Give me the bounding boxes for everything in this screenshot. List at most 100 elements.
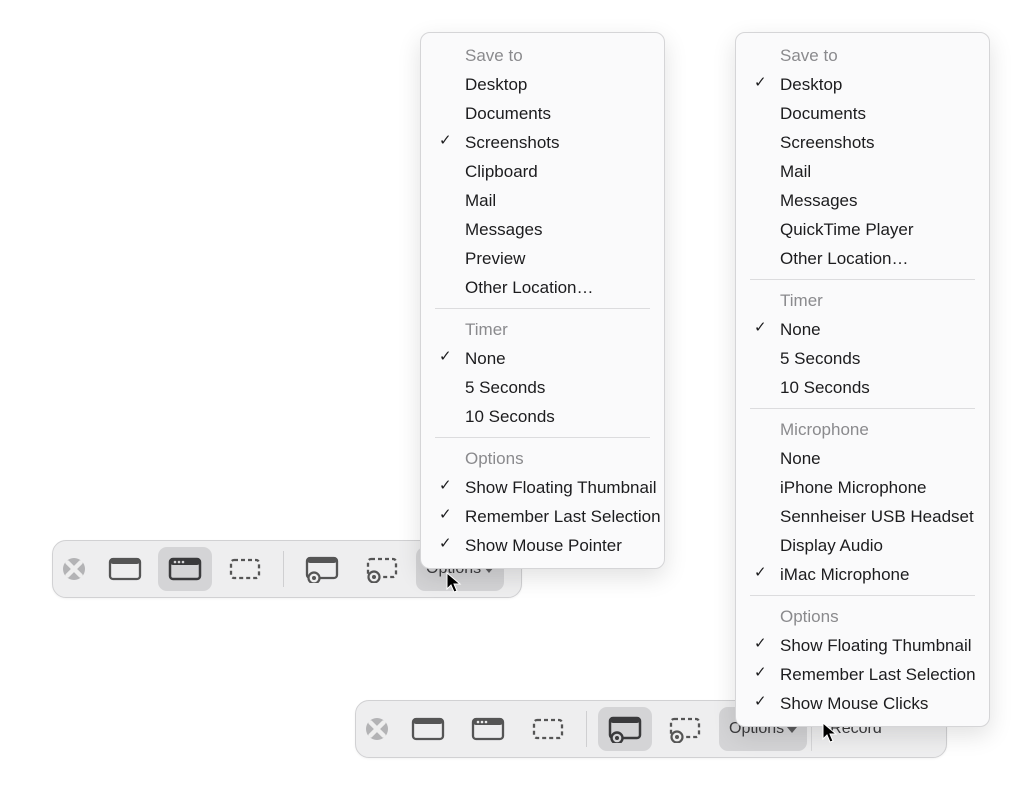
menu-item[interactable]: Messages bbox=[421, 215, 664, 244]
menu-item-label: Preview bbox=[465, 249, 525, 268]
menu-section-title: Timer bbox=[421, 315, 664, 344]
close-button[interactable] bbox=[63, 558, 85, 580]
menu-item[interactable]: Desktop bbox=[421, 70, 664, 99]
menu-item-label: Show Floating Thumbnail bbox=[465, 478, 657, 497]
menu-item-label: 5 Seconds bbox=[780, 349, 860, 368]
chevron-down-icon bbox=[787, 727, 797, 733]
screen-icon bbox=[107, 555, 143, 583]
menu-item[interactable]: iPhone Microphone bbox=[736, 473, 989, 502]
menu-item[interactable]: ✓ Show Floating Thumbnail bbox=[421, 473, 664, 502]
menu-item[interactable]: Documents bbox=[736, 99, 989, 128]
menu-item-label: 5 Seconds bbox=[465, 378, 545, 397]
menu-item-label: QuickTime Player bbox=[780, 220, 914, 239]
menu-item[interactable]: Sennheiser USB Headset bbox=[736, 502, 989, 531]
menu-item[interactable]: ✓ None bbox=[736, 315, 989, 344]
menu-item[interactable]: QuickTime Player bbox=[736, 215, 989, 244]
menu-item[interactable]: Other Location… bbox=[421, 273, 664, 302]
menu-item-label: 10 Seconds bbox=[465, 407, 555, 426]
options-menu-left: Save to Desktop Documents ✓ Screenshots Clipb… bbox=[420, 32, 665, 569]
menu-separator bbox=[750, 408, 975, 409]
checkmark-icon: ✓ bbox=[439, 133, 452, 148]
menu-item[interactable]: Mail bbox=[421, 186, 664, 215]
menu-item[interactable]: ✓Desktop bbox=[736, 70, 989, 99]
menu-item[interactable]: ✓None bbox=[421, 344, 664, 373]
menu-item[interactable]: 10 Seconds bbox=[736, 373, 989, 402]
menu-item[interactable]: ✓ Remember Last Selection bbox=[421, 502, 664, 531]
menu-item-label: None bbox=[465, 349, 506, 368]
menu-item[interactable]: Documents bbox=[421, 99, 664, 128]
menu-item-label: Show Mouse Pointer bbox=[465, 536, 622, 555]
menu-item-label: Show Mouse Clicks bbox=[780, 694, 928, 713]
record-selection-icon bbox=[667, 715, 703, 743]
menu-item[interactable]: ✓ Screenshots bbox=[421, 128, 664, 157]
record-selection-icon bbox=[364, 555, 400, 583]
menu-item[interactable]: Other Location… bbox=[736, 244, 989, 273]
menu-section-title: Save to bbox=[421, 41, 664, 70]
menu-item-label: Screenshots bbox=[780, 133, 875, 152]
checkmark-icon: ✓ bbox=[754, 320, 767, 335]
menu-item-label: Clipboard bbox=[465, 162, 538, 181]
capture-selection-button[interactable] bbox=[218, 547, 272, 591]
menu-item-label: Show Floating Thumbnail bbox=[780, 636, 972, 655]
menu-item[interactable]: Preview bbox=[421, 244, 664, 273]
window-icon bbox=[167, 555, 203, 583]
menu-item[interactable]: ✓Show Mouse Pointer bbox=[421, 531, 664, 560]
checkmark-icon: ✓ bbox=[754, 565, 767, 580]
selection-icon bbox=[530, 715, 566, 743]
menu-item[interactable]: Messages bbox=[736, 186, 989, 215]
menu-item[interactable]: 5 Seconds bbox=[421, 373, 664, 402]
menu-item[interactable]: 5 Seconds bbox=[736, 344, 989, 373]
capture-window-button[interactable] bbox=[158, 547, 212, 591]
checkmark-icon: ✓ bbox=[754, 636, 767, 651]
menu-item-label: Remember Last Selection bbox=[465, 507, 661, 526]
record-screen-icon bbox=[607, 715, 643, 743]
record-entire-screen-button[interactable] bbox=[598, 707, 652, 751]
menu-item-label: Desktop bbox=[780, 75, 842, 94]
capture-entire-screen-button[interactable] bbox=[98, 547, 152, 591]
selection-icon bbox=[227, 555, 263, 583]
menu-item-label: Mail bbox=[465, 191, 496, 210]
menu-item[interactable]: Screenshots bbox=[736, 128, 989, 157]
menu-separator bbox=[750, 595, 975, 596]
menu-item-label: None bbox=[780, 449, 821, 468]
checkmark-icon: ✓ bbox=[754, 694, 767, 709]
record-selection-button[interactable] bbox=[355, 547, 409, 591]
capture-window-button[interactable] bbox=[461, 707, 515, 751]
checkmark-icon: ✓ bbox=[439, 507, 452, 522]
window-icon bbox=[470, 715, 506, 743]
record-screen-icon bbox=[304, 555, 340, 583]
menu-item-label: Mail bbox=[780, 162, 811, 181]
menu-separator bbox=[435, 308, 650, 309]
menu-item-label: Documents bbox=[465, 104, 551, 123]
menu-item[interactable]: Display Audio bbox=[736, 531, 989, 560]
options-menu-right: Save to✓DesktopDocumentsScreenshotsMailM… bbox=[735, 32, 990, 727]
menu-section-title: Options bbox=[421, 444, 664, 473]
menu-item-label: Desktop bbox=[465, 75, 527, 94]
capture-selection-button[interactable] bbox=[521, 707, 575, 751]
menu-item[interactable]: ✓Remember Last Selection bbox=[736, 660, 989, 689]
menu-item[interactable]: ✓ Show Mouse Clicks bbox=[736, 689, 989, 718]
menu-item[interactable]: ✓iMac Microphone bbox=[736, 560, 989, 589]
toolbar-separator bbox=[586, 711, 587, 747]
record-entire-screen-button[interactable] bbox=[295, 547, 349, 591]
menu-item-label: None bbox=[780, 320, 821, 339]
menu-item-label: Other Location… bbox=[780, 249, 909, 268]
capture-entire-screen-button[interactable] bbox=[401, 707, 455, 751]
menu-item-label: Documents bbox=[780, 104, 866, 123]
toolbar-separator bbox=[283, 551, 284, 587]
menu-item-label: Messages bbox=[465, 220, 542, 239]
menu-item[interactable]: 10 Seconds bbox=[421, 402, 664, 431]
record-selection-button[interactable] bbox=[658, 707, 712, 751]
checkmark-icon: ✓ bbox=[439, 478, 452, 493]
menu-item-label: Other Location… bbox=[465, 278, 594, 297]
checkmark-icon: ✓ bbox=[754, 665, 767, 680]
menu-item-label: Screenshots bbox=[465, 133, 560, 152]
menu-item[interactable]: None bbox=[736, 444, 989, 473]
menu-item[interactable]: ✓ Show Floating Thumbnail bbox=[736, 631, 989, 660]
menu-section-title: Timer bbox=[736, 286, 989, 315]
menu-item-label: iPhone Microphone bbox=[780, 478, 926, 497]
menu-item[interactable]: Clipboard bbox=[421, 157, 664, 186]
menu-item[interactable]: Mail bbox=[736, 157, 989, 186]
close-button[interactable] bbox=[366, 718, 388, 740]
menu-item-label: Display Audio bbox=[780, 536, 883, 555]
